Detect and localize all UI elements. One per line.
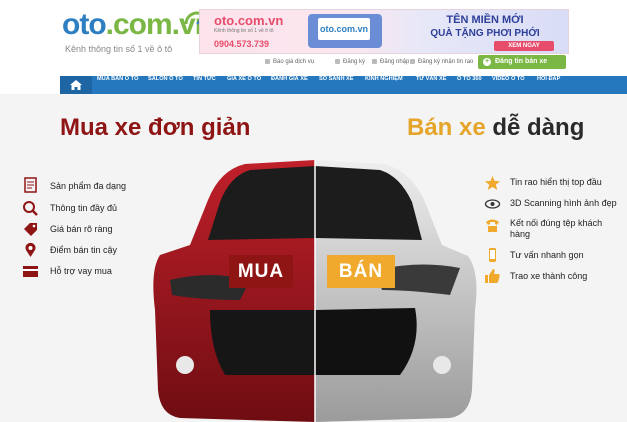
nav-item-price[interactable]: GIÁ XE Ô TÔ	[227, 76, 261, 94]
sell-heading-part2: dễ dàng	[492, 114, 585, 141]
promo-banner[interactable]: oto.com.vn Kênh thông tin số 1 về ô tô 0…	[199, 9, 569, 54]
feature-successful-handover: Trao xe thành công	[510, 271, 588, 281]
feature-connect-customers: Kết nối đúng tệp khách	[510, 218, 603, 228]
car-illustration	[153, 160, 477, 422]
login-link[interactable]: Đăng nhập	[372, 59, 409, 65]
banner-subheadline: QUÀ TẶNG PHƠI PHỚI	[430, 28, 540, 39]
site-logo[interactable]: oto.com.vn Kênh thông tin số 1 về ô tô	[62, 8, 213, 58]
buy-heading: Mua xe đơn giản	[60, 114, 251, 141]
post-listing-label: Đăng tin bán xe	[495, 58, 548, 65]
sell-heading-part1: Bán xe	[407, 114, 493, 141]
feature-loan-support: Hỗ trợ vay mua	[50, 266, 112, 276]
nav-item-faq[interactable]: HỎI ĐÁP	[537, 76, 560, 94]
feature-clear-price: Giá bán rõ ràng	[50, 224, 113, 234]
document-icon	[265, 59, 270, 64]
thumbs-up-icon	[485, 269, 500, 283]
login-link-label: Đăng nhập	[380, 59, 410, 66]
nav-item-news[interactable]: TIN TỨC	[193, 76, 216, 94]
nav-item-360[interactable]: Ô TÔ 360	[457, 76, 482, 94]
nav-item-salon[interactable]: SALON Ô TÔ	[148, 76, 183, 94]
register-link-label: Đăng ký	[343, 59, 366, 66]
feature-3d-scanning: 3D Scanning hình ảnh đẹp	[510, 198, 617, 208]
mail-icon	[410, 59, 415, 64]
price-link[interactable]: Báo giá dịch vụ	[265, 59, 314, 65]
banner-phone: 0904.573.739	[214, 39, 270, 49]
nav-item-advice[interactable]: TƯ VẤN XE	[416, 76, 446, 94]
sell-heading: Bán xe dễ dàng	[407, 114, 584, 142]
banner-cta-button[interactable]: XEM NGAY	[494, 41, 554, 51]
subscribe-link-label: Đăng ký nhận tin rao	[418, 59, 474, 66]
nav-item-mua-ban[interactable]: MUA BÁN Ô TÔ	[97, 76, 138, 94]
feature-diverse-products: Sản phẩm đa dạng	[50, 181, 127, 191]
register-link[interactable]: Đăng ký	[335, 59, 365, 65]
nav-item-compare[interactable]: SO SÁNH XE	[319, 76, 354, 94]
document-list-icon	[24, 177, 37, 193]
home-icon	[70, 80, 82, 90]
buy-label[interactable]: MUA	[229, 255, 293, 288]
banner-logo: oto.com.vn	[214, 13, 284, 28]
phone-contact-icon	[486, 219, 499, 232]
feature-top-listing: Tin rao hiển thị top đầu	[510, 177, 602, 187]
3d-scan-icon	[484, 199, 501, 209]
mobile-phone-icon	[489, 248, 496, 262]
plus-icon: +	[483, 58, 491, 66]
price-link-label: Báo giá dịch vụ	[273, 59, 315, 66]
credit-card-icon	[23, 266, 38, 277]
nav-item-video[interactable]: VIDEO Ô TÔ	[492, 76, 525, 94]
home-button[interactable]	[60, 76, 92, 94]
nav-item-reviews[interactable]: ĐÁNH GIÁ XE	[271, 76, 308, 94]
location-pin-icon	[25, 242, 36, 257]
feature-connect-customers-line2: hàng	[510, 229, 531, 239]
star-icon	[485, 176, 500, 190]
device-screen-text: oto.com.vn	[318, 18, 370, 40]
subscribe-link[interactable]: Đăng ký nhận tin rao	[410, 59, 473, 65]
post-listing-button[interactable]: + Đăng tin bán xe	[478, 55, 566, 69]
main-nav: MUA BÁN Ô TÔ SALON Ô TÔ TIN TỨC GIÁ XE Ô…	[60, 76, 627, 94]
lock-icon	[372, 59, 377, 64]
search-icon	[23, 201, 38, 216]
feature-trusted-dealer: Điểm bán tin cậy	[50, 245, 118, 255]
feature-fast-advice: Tư vấn nhanh gọn	[510, 250, 584, 260]
banner-subtitle: Kênh thông tin số 1 về ô tô	[214, 28, 274, 34]
user-plus-icon	[335, 59, 340, 64]
nav-item-experience[interactable]: KINH NGHIỆM	[365, 76, 403, 94]
feature-full-info: Thông tin đầy đủ	[50, 203, 118, 213]
banner-headline: TÊN MIỀN MỚI	[446, 14, 524, 26]
price-tag-icon	[24, 223, 37, 236]
logo-tagline: Kênh thông tin số 1 về ô tô	[65, 44, 173, 54]
sell-label[interactable]: BÁN	[327, 255, 395, 288]
laptop-illustration: oto.com.vn	[308, 14, 382, 48]
logo-text: oto	[62, 8, 107, 41]
